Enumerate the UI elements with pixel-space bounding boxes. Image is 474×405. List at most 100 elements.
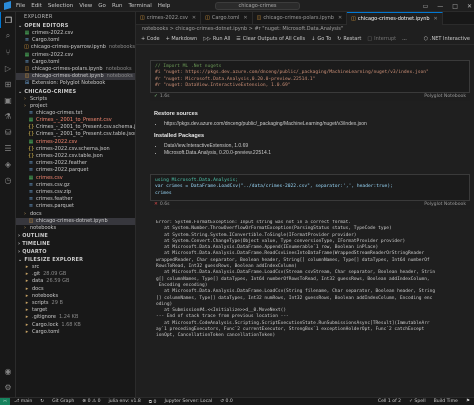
file-tree-item[interactable]: › notebooks <box>16 225 135 232</box>
filesize-item[interactable]: ▸ .gitignore 1.24 KB <box>16 314 135 321</box>
filesize-item[interactable]: ▸ Cargo.lock 1.68 KB <box>16 322 135 329</box>
file-tree-item[interactable]: ▦ crimes-2022.csv <box>16 139 135 146</box>
minimize-icon[interactable]: — <box>437 3 443 10</box>
file-tree-item[interactable]: › Scripts <box>16 96 135 103</box>
more-actions-button[interactable]: ... <box>402 36 407 42</box>
tab-close-icon[interactable]: ✕ <box>192 12 196 25</box>
breadcrumb[interactable]: notebooks > chicago-crimes-dotnet.ipynb … <box>136 25 474 34</box>
filesize-section[interactable]: ⌄ FILESIZE EXPLORER <box>16 256 135 264</box>
status-item[interactable]: ✓ Spell <box>405 399 430 404</box>
file-tree-item[interactable]: ≡ crimes.feather <box>16 196 135 203</box>
open-editor-item[interactable]: ◫ chicago-crimes-polars.ipynb notebooks <box>16 66 135 73</box>
remote-explorer-icon[interactable]: ▣ <box>0 92 16 108</box>
docker-icon[interactable]: ◈ <box>0 156 16 172</box>
status-item[interactable]: Jupyter Server: Local <box>160 399 216 405</box>
cell-2-language[interactable]: Polyglot Notebook <box>424 201 466 209</box>
file-tree-item[interactable]: ≡ crimes.csv.gz <box>16 182 135 189</box>
quarto-section[interactable]: › QUARTO <box>16 248 135 256</box>
command-center-search[interactable]: chicago-crimes <box>215 2 300 10</box>
cell-2-editor[interactable]: using Microsoft.Data.Analysis; var crimes… <box>150 174 470 201</box>
run-debug-icon[interactable]: ▷ <box>0 60 16 76</box>
tab-close-icon[interactable]: ✕ <box>338 12 342 25</box>
open-editor-item[interactable]: ≡ Cargo.toml <box>16 59 135 66</box>
code-cell-1[interactable]: // Import ML .Net nugets #i "nuget: https… <box>150 60 470 102</box>
file-tree-item[interactable]: ▦ Crimes_-_2001_to_Present.csv <box>16 117 135 124</box>
manage-gear-icon[interactable]: ⚙ <box>0 379 16 395</box>
open-editor-item[interactable]: ▦ crimes-2022.csv <box>16 52 135 59</box>
editor-tab[interactable]: ◫ Cargo.toml ✕ <box>201 12 253 25</box>
workspace-section[interactable]: ⌄ CHICAGO-CRIMES <box>16 88 135 96</box>
file-tree-item[interactable]: ≡ crimes.parquet <box>16 203 135 210</box>
outline-section[interactable]: › OUTLINE <box>16 232 135 240</box>
search-icon[interactable]: ⌕ <box>0 28 16 44</box>
file-tree-item[interactable]: ≡ crimes-2022.feather <box>16 160 135 167</box>
editor-tab[interactable]: ◫ chicago-crimes-polars.ipynb ✕ <box>253 12 348 25</box>
file-tree-item[interactable]: {} Crimes_-_2001_to_Present.csv.schema.js… <box>16 124 135 131</box>
code-cell-2[interactable]: using Microsoft.Data.Analysis; var crimes… <box>150 174 470 209</box>
add-markdown-cell-button[interactable]: + Markdown <box>166 36 198 42</box>
open-editor-item[interactable]: ⊞ Extension: Polyglot Notebook <box>16 80 135 87</box>
layout-icon[interactable]: ▭ <box>423 3 429 10</box>
kernel-picker[interactable]: ⬡ .NET Interactive <box>424 36 474 42</box>
filesize-item[interactable]: ▸ data 26.59 GB <box>16 278 135 285</box>
menu-item-go[interactable]: Go <box>98 3 106 9</box>
filesize-item[interactable]: ▸ docs <box>16 286 135 293</box>
cell-1-language[interactable]: Polyglot Notebook <box>424 93 466 101</box>
file-tree-item[interactable]: ≡ crimes.csv.zip <box>16 189 135 196</box>
go-to-button[interactable]: ↓ Go To <box>311 36 331 42</box>
explorer-icon[interactable]: ❐ <box>0 12 16 28</box>
open-editor-item[interactable]: ▦ crimes-2022.csv <box>16 30 135 37</box>
close-icon[interactable]: ✕ <box>467 3 472 10</box>
extensions-icon[interactable]: ⊞ <box>0 76 16 92</box>
filesize-item[interactable]: ▸ scripts 29 B <box>16 300 135 307</box>
timer-icon[interactable]: ◷ <box>0 172 16 188</box>
editor-tab[interactable]: ◫ crimes-2022.csv ✕ <box>136 12 202 25</box>
status-item[interactable]: Cell 1 of 2 <box>374 399 405 404</box>
menu-item-edit[interactable]: Edit <box>31 3 42 9</box>
status-item[interactable]: ⊗ 0 ⚠ 0 <box>78 399 104 405</box>
testing-icon[interactable]: ⚗ <box>0 108 16 124</box>
menu-item-file[interactable]: File <box>16 3 25 9</box>
file-tree-item[interactable]: ≡ crimes-2022.parquet <box>16 167 135 174</box>
filesize-item[interactable]: ▸ notebooks <box>16 293 135 300</box>
status-item[interactable]: ⧉ 0 <box>145 399 161 405</box>
menu-item-terminal[interactable]: Terminal <box>128 3 151 9</box>
status-item[interactable]: julia env: v1.8 <box>105 399 145 405</box>
open-editors-section[interactable]: ⌄ OPEN EDITORS <box>16 22 135 30</box>
cell-1-editor[interactable]: // Import ML .Net nugets #i "nuget: https… <box>150 60 470 94</box>
clear-outputs-button[interactable]: ☰ Clear Outputs of All Cells <box>236 36 305 42</box>
notebook-icon[interactable]: ☰ <box>0 140 16 156</box>
account-icon[interactable]: ◉ <box>0 363 16 379</box>
timeline-section[interactable]: › TIMELINE <box>16 240 135 248</box>
filesize-item[interactable]: ▸ .git 28.09 GB <box>16 271 135 278</box>
status-item[interactable]: ⚑ <box>462 399 474 404</box>
filesize-item[interactable]: ▸ Cargo.toml <box>16 329 135 336</box>
restart-button[interactable]: ↻ Restart <box>337 36 361 42</box>
menu-item-selection[interactable]: Selection <box>48 3 73 9</box>
menu-item-help[interactable]: Help <box>158 3 171 9</box>
status-item[interactable]: ↺ 0.0 <box>216 399 237 405</box>
filesize-item[interactable]: ▸ src <box>16 264 135 271</box>
open-editor-item[interactable]: ≡ Cargo.toml <box>16 37 135 44</box>
tab-close-icon[interactable]: ✕ <box>434 13 438 26</box>
database-icon[interactable]: ⛁ <box>0 124 16 140</box>
file-tree-item[interactable]: ▦ crimes.csv <box>16 175 135 182</box>
status-item[interactable]: ⎇ main <box>10 399 36 405</box>
source-control-icon[interactable]: ⑂ <box>0 44 16 60</box>
remote-indicator-icon[interactable]: ›‹ <box>0 397 10 405</box>
open-editor-item[interactable]: ◫ chicago-crimes-pyarrow.ipynb notebooks <box>16 44 135 51</box>
status-item[interactable]: Build Time <box>430 399 462 404</box>
status-item[interactable]: Git Graph <box>48 399 78 405</box>
file-tree-item[interactable]: {} crimes-2022.csv.table.json <box>16 153 135 160</box>
filesize-item[interactable]: ▸ target <box>16 307 135 314</box>
open-editor-item[interactable]: ◫ chicago-crimes-dotnet.ipynb notebooks <box>16 73 135 81</box>
file-tree-item[interactable]: {} crimes-2022.csv.schema.json <box>16 146 135 153</box>
menu-item-run[interactable]: Run <box>112 3 123 9</box>
tab-close-icon[interactable]: ✕ <box>243 12 247 25</box>
file-tree-item[interactable]: › project <box>16 103 135 110</box>
file-tree-item[interactable]: ≡ chicago-crimes.txt <box>16 110 135 117</box>
file-tree-item[interactable]: ◫ chicago-crimes-dotnet.ipynb <box>16 217 135 225</box>
run-all-button[interactable]: ▷▷ Run All <box>203 36 230 42</box>
add-code-cell-button[interactable]: + Code <box>141 36 160 42</box>
menu-item-view[interactable]: View <box>79 3 92 9</box>
